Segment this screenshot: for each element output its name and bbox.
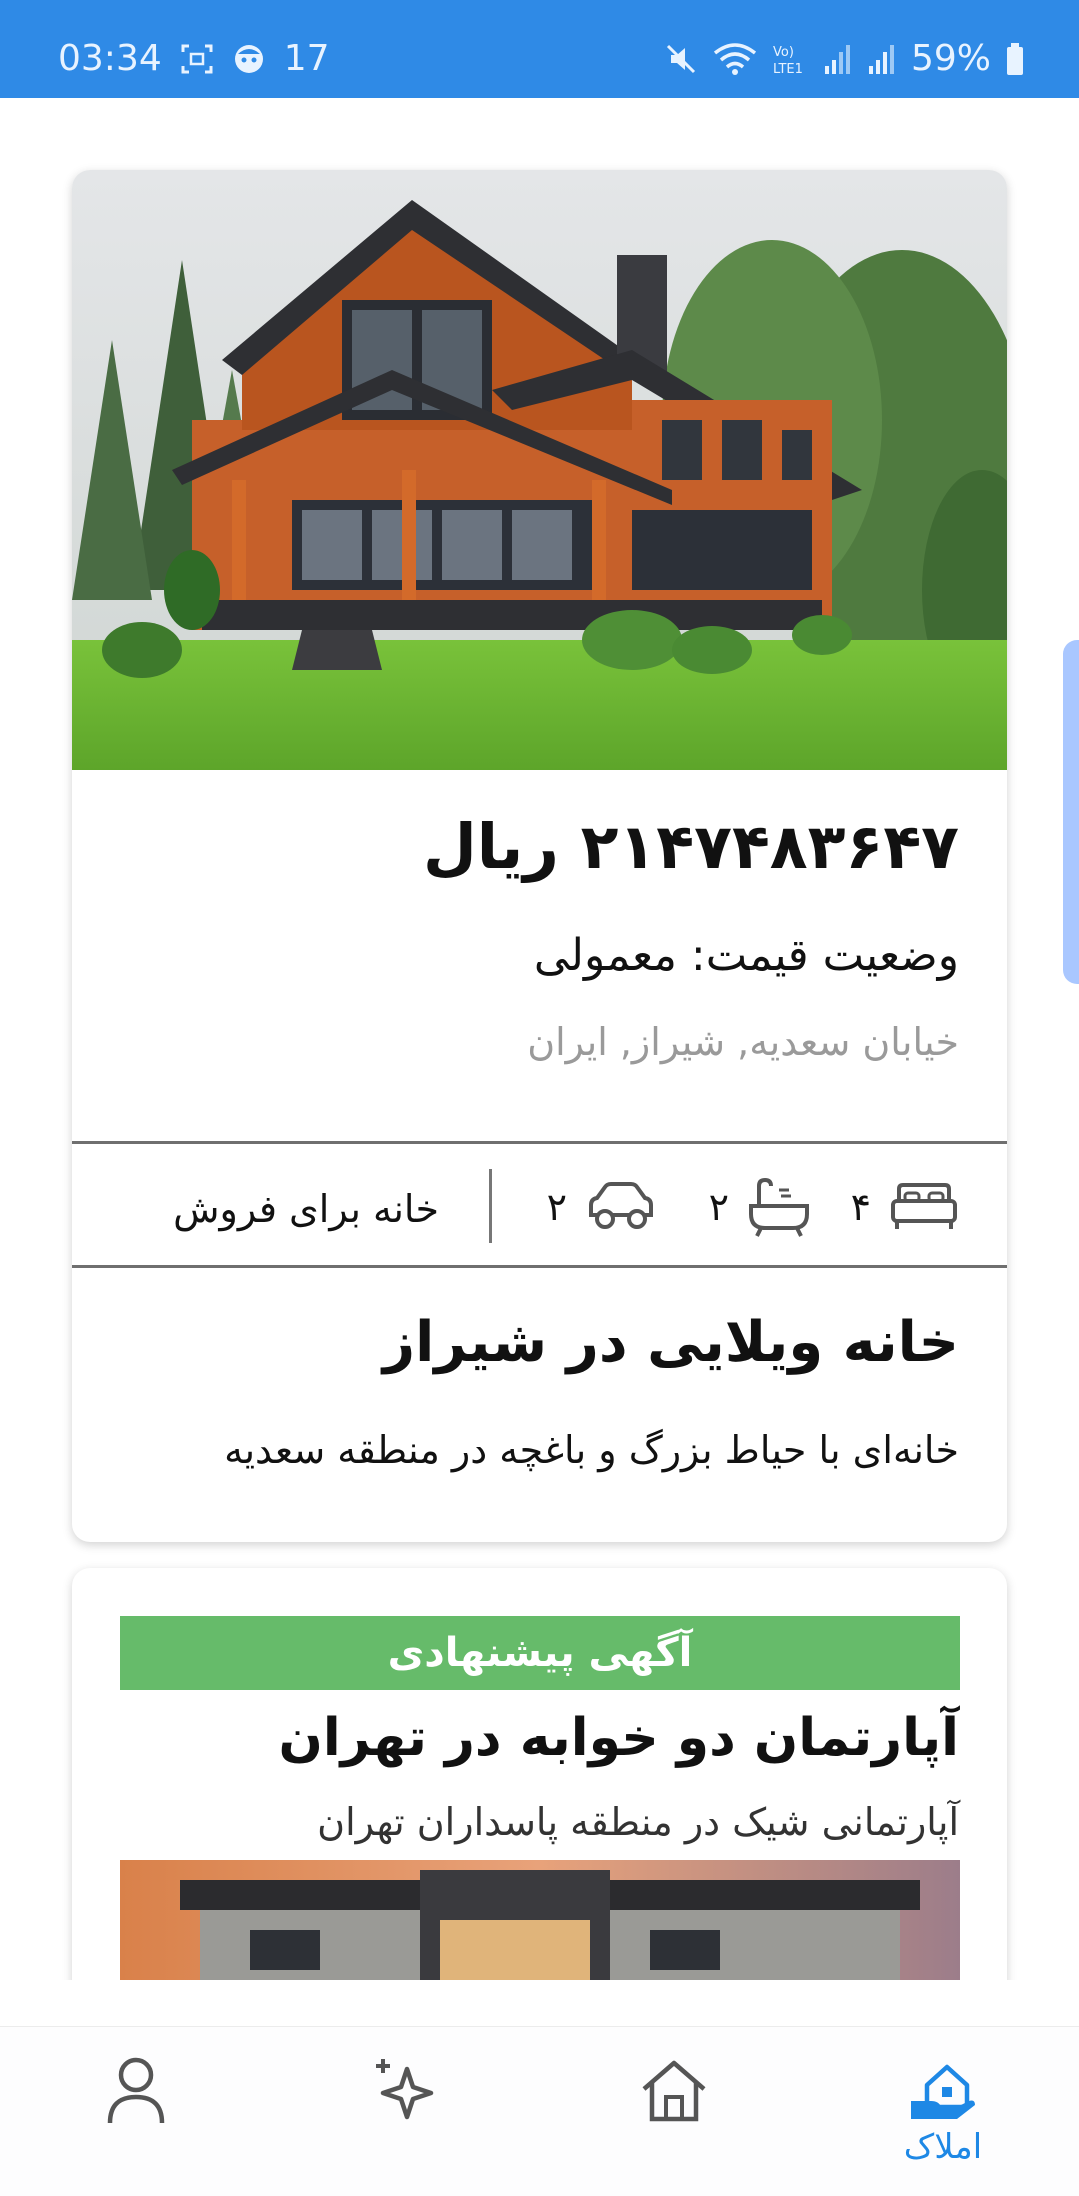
sponsored-badge: آگهی پیشنهادی bbox=[120, 1616, 960, 1690]
listing-title: آپارتمان دو خوابه در تهران bbox=[278, 1708, 959, 1768]
battery-percent: 59% bbox=[910, 38, 991, 79]
signal-icon-2 bbox=[867, 42, 897, 76]
bathrooms-count: ۲ bbox=[708, 1185, 729, 1229]
divider bbox=[72, 1265, 1007, 1268]
property-type: خانه برای فروش bbox=[173, 1187, 439, 1231]
listing-title: خانه ویلایی در شیراز bbox=[382, 1310, 959, 1375]
nav-properties[interactable]: املاک bbox=[873, 2055, 1013, 2185]
property-address: خیابان سعدیه, شیراز, ایران bbox=[527, 1020, 959, 1064]
profile-icon bbox=[104, 2055, 168, 2127]
home-icon bbox=[638, 2055, 710, 2127]
sponsored-property-card[interactable]: آگهی پیشنهادی آپارتمان دو خوابه در تهران… bbox=[72, 1568, 1007, 1980]
listing-description: خانه‌ای با حیاط بزرگ و باغچه در منطقه سع… bbox=[224, 1428, 959, 1472]
wifi-icon bbox=[713, 41, 757, 77]
parking-feature: ۲ bbox=[547, 1169, 657, 1245]
status-time: 03:34 bbox=[58, 38, 162, 79]
listing-feed[interactable]: ۲۱۴۷۴۸۳۶۴۷ ریال وضعیت قیمت: معمولی خیابا… bbox=[0, 98, 1079, 1980]
bottom-navigation: املاک bbox=[0, 2026, 1079, 2196]
property-photo bbox=[72, 170, 1007, 770]
bathtub-icon bbox=[747, 1176, 811, 1238]
notification-count: 17 bbox=[283, 38, 330, 79]
edge-panel-handle[interactable] bbox=[1063, 640, 1079, 984]
nav-featured[interactable] bbox=[335, 2055, 475, 2185]
property-card[interactable]: ۲۱۴۷۴۸۳۶۴۷ ریال وضعیت قیمت: معمولی خیابا… bbox=[72, 170, 1007, 1542]
property-photo bbox=[120, 1860, 960, 1980]
status-right: Vo) LTE1 59% bbox=[663, 38, 1025, 79]
svg-text:LTE1: LTE1 bbox=[773, 62, 803, 77]
listing-description: آپارتمانی شیک در منطقه پاسداران تهران bbox=[317, 1800, 959, 1844]
nav-properties-label: املاک bbox=[903, 2127, 983, 2167]
bed-icon bbox=[889, 1179, 959, 1235]
bedrooms-count: ۴ bbox=[850, 1185, 871, 1229]
mute-icon bbox=[663, 41, 699, 77]
svg-text:Vo): Vo) bbox=[773, 45, 794, 60]
property-price: ۲۱۴۷۴۸۳۶۴۷ ریال bbox=[422, 810, 959, 883]
screenshot-icon bbox=[180, 42, 214, 76]
bedrooms-feature: ۴ bbox=[851, 1169, 959, 1245]
divider bbox=[72, 1141, 1007, 1144]
volte-icon: Vo) LTE1 bbox=[771, 41, 809, 77]
car-icon bbox=[585, 1181, 657, 1233]
feature-separator bbox=[489, 1169, 492, 1243]
properties-icon bbox=[907, 2055, 979, 2123]
notification-app-icon bbox=[232, 42, 266, 76]
battery-icon bbox=[1005, 42, 1025, 76]
nav-profile[interactable] bbox=[66, 2055, 206, 2185]
nav-home[interactable] bbox=[604, 2055, 744, 2185]
status-left: 03:34 17 bbox=[58, 38, 330, 79]
parking-count: ۲ bbox=[546, 1185, 567, 1229]
signal-icon-1 bbox=[823, 42, 853, 76]
property-features: ۴ ۲ ۲ خانه برای فروش bbox=[72, 1147, 1007, 1267]
sparkle-icon bbox=[369, 2055, 441, 2127]
bathrooms-feature: ۲ bbox=[709, 1169, 811, 1245]
price-status: وضعیت قیمت: معمولی bbox=[533, 930, 959, 981]
status-bar: 03:34 17 Vo) LTE1 59% bbox=[0, 0, 1079, 98]
